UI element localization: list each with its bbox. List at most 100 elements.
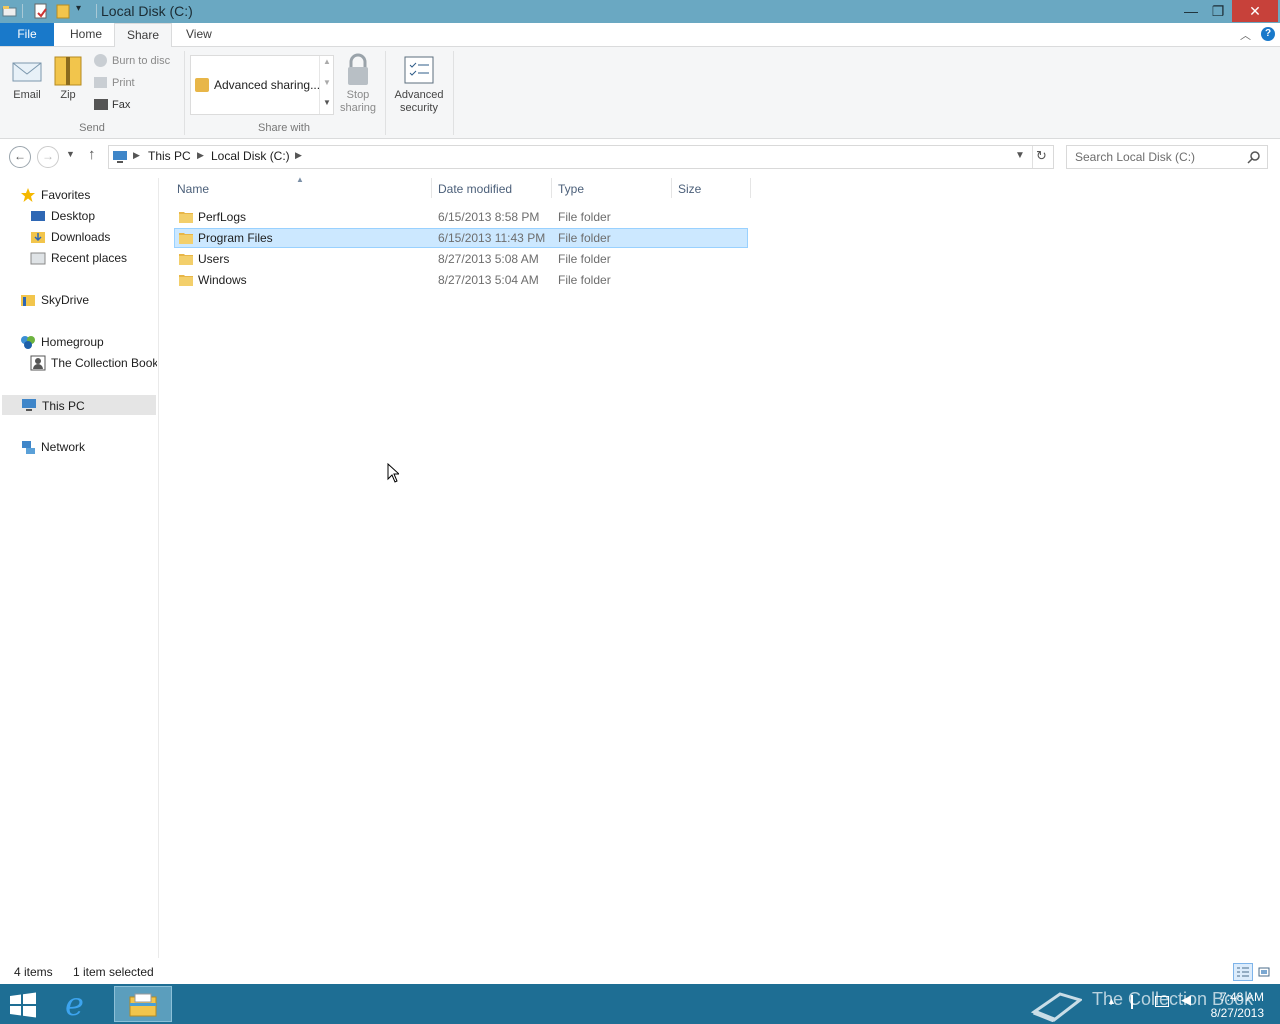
users-icon: [195, 78, 209, 92]
column-header-date[interactable]: Date modified: [438, 180, 548, 198]
address-dropdown-icon[interactable]: ▼: [1015, 150, 1025, 161]
search-input[interactable]: Search Local Disk (C:): [1075, 150, 1195, 164]
print-button[interactable]: Print: [92, 75, 152, 93]
scroll-up-icon[interactable]: ▲: [323, 57, 331, 66]
help-icon[interactable]: ?: [1261, 27, 1275, 41]
breadcrumb-chevron-icon[interactable]: ▶: [133, 150, 140, 161]
breadcrumb-chevron-icon[interactable]: ▶: [197, 150, 204, 161]
zip-button[interactable]: Zip: [50, 53, 86, 115]
nav-homegroup[interactable]: Homegroup: [0, 332, 157, 352]
lock-icon: [348, 53, 368, 85]
folder-icon: [179, 212, 193, 223]
stop-sharing-button[interactable]: Stop sharing: [336, 51, 380, 117]
gallery-scroll[interactable]: ▲ ▼ ▼: [319, 56, 334, 114]
properties-icon[interactable]: [33, 3, 49, 19]
title-bar: ▾ Local Disk (C:) — ❐ ✕: [0, 0, 1280, 23]
nav-desktop[interactable]: Desktop: [0, 206, 157, 226]
minimize-button[interactable]: —: [1176, 0, 1206, 22]
file-explorer-taskbar-button[interactable]: [114, 986, 172, 1022]
burn-button[interactable]: Burn to disc: [92, 53, 182, 71]
column-separator[interactable]: [431, 178, 432, 198]
clock-date[interactable]: 8/27/2013: [1200, 1006, 1264, 1020]
ribbon-divider: [453, 51, 454, 135]
column-separator[interactable]: [750, 178, 751, 198]
tab-share[interactable]: Share: [114, 23, 173, 48]
skydrive-folder-icon: [21, 295, 35, 306]
stop-sharing-label-2: sharing: [339, 102, 377, 114]
recent-locations-icon[interactable]: ▼: [66, 149, 75, 159]
details-view-icon: [1237, 967, 1249, 977]
downloads-folder-icon: [31, 232, 45, 243]
search-box[interactable]: Search Local Disk (C:): [1066, 145, 1268, 169]
folder-icon: [179, 233, 193, 244]
advanced-security-button[interactable]: Advanced security: [390, 51, 448, 117]
nav-downloads[interactable]: Downloads: [0, 227, 157, 247]
nav-skydrive[interactable]: SkyDrive: [0, 290, 157, 310]
collapse-ribbon-icon[interactable]: ︿: [1240, 27, 1251, 43]
tab-home[interactable]: Home: [58, 23, 114, 46]
file-row[interactable]: Windows 8/27/2013 5:04 AM File folder: [174, 270, 748, 290]
refresh-icon[interactable]: ↻: [1036, 148, 1047, 164]
file-row-selected[interactable]: Program Files 6/15/2013 11:43 PM File fo…: [174, 228, 748, 248]
ribbon-tabs: File Home Share View ︿ ?: [0, 23, 1280, 48]
column-separator[interactable]: [551, 178, 552, 198]
file-date: 8/27/2013 5:04 AM: [438, 273, 539, 287]
fax-button[interactable]: Fax: [92, 97, 142, 115]
file-name: Users: [198, 252, 230, 266]
clock-time[interactable]: 7:48 AM: [1200, 990, 1264, 1004]
search-icon[interactable]: [1247, 150, 1261, 164]
breadcrumb-chevron-icon[interactable]: ▶: [295, 150, 302, 161]
advanced-sharing-item[interactable]: Advanced sharing...: [214, 78, 320, 92]
column-header-name[interactable]: Name: [177, 180, 427, 198]
windows-start-icon[interactable]: [9, 992, 37, 1018]
breadcrumb-this-pc[interactable]: This PC: [148, 149, 191, 163]
show-hidden-icons[interactable]: ▲: [1107, 996, 1116, 1006]
folder-icon: [179, 275, 193, 286]
volume-icon[interactable]: ◀: [1181, 992, 1191, 1008]
gallery-more-icon[interactable]: ▼: [323, 98, 331, 107]
large-icons-view-button[interactable]: [1256, 964, 1272, 980]
share-with-gallery[interactable]: Advanced sharing... ▲ ▼ ▼: [190, 55, 334, 115]
details-view-button[interactable]: [1233, 963, 1253, 981]
column-header-type[interactable]: Type: [558, 180, 668, 198]
nav-this-pc-label: This PC: [42, 399, 85, 413]
address-bar[interactable]: ▶ This PC ▶ Local Disk (C:) ▶ ▼ ↻: [108, 145, 1054, 169]
email-button[interactable]: Email: [8, 53, 46, 115]
new-folder-icon[interactable]: [55, 3, 71, 19]
nav-favorites[interactable]: Favorites: [0, 185, 157, 205]
nav-collection-book[interactable]: The Collection Book: [0, 353, 157, 373]
up-button[interactable]: ↑: [88, 146, 96, 163]
action-center-flag-icon[interactable]: [1131, 995, 1145, 1009]
network-icon: [22, 441, 35, 454]
close-button[interactable]: ✕: [1232, 0, 1278, 22]
file-row[interactable]: Users 8/27/2013 5:08 AM File folder: [174, 249, 748, 269]
back-button[interactable]: ←: [9, 146, 31, 168]
internet-explorer-button[interactable]: e: [62, 985, 98, 1023]
scroll-down-icon[interactable]: ▼: [323, 78, 331, 87]
column-separator[interactable]: [671, 178, 672, 198]
restore-button[interactable]: ❐: [1203, 0, 1233, 22]
column-header-size[interactable]: Size: [678, 180, 748, 198]
nav-this-pc[interactable]: This PC: [2, 395, 156, 415]
network-tray-icon[interactable]: [1155, 996, 1169, 1007]
file-type: File folder: [558, 231, 611, 245]
user-icon: [30, 355, 46, 371]
computer-icon: [113, 151, 127, 163]
tab-view[interactable]: View: [174, 23, 224, 46]
status-bar: 4 items 1 item selected: [0, 962, 1280, 984]
desktop-icon: [31, 211, 45, 221]
nav-homegroup-label: Homegroup: [41, 335, 104, 349]
file-row[interactable]: PerfLogs 6/15/2013 8:58 PM File folder: [174, 207, 748, 227]
qat-dropdown-icon[interactable]: ▾: [76, 3, 81, 14]
watermark-book-logo: [1030, 992, 1082, 1022]
tab-file[interactable]: File: [0, 23, 54, 46]
forward-button[interactable]: →: [37, 146, 59, 168]
nav-favorites-label: Favorites: [41, 188, 91, 202]
security-document-icon: [404, 56, 434, 84]
zip-label: Zip: [60, 89, 76, 101]
advanced-security-label-1: Advanced: [394, 89, 444, 101]
nav-network[interactable]: Network: [0, 437, 157, 457]
nav-recent-places[interactable]: Recent places: [0, 248, 157, 268]
breadcrumb-local-disk[interactable]: Local Disk (C:): [211, 149, 290, 163]
file-name: PerfLogs: [198, 210, 247, 224]
